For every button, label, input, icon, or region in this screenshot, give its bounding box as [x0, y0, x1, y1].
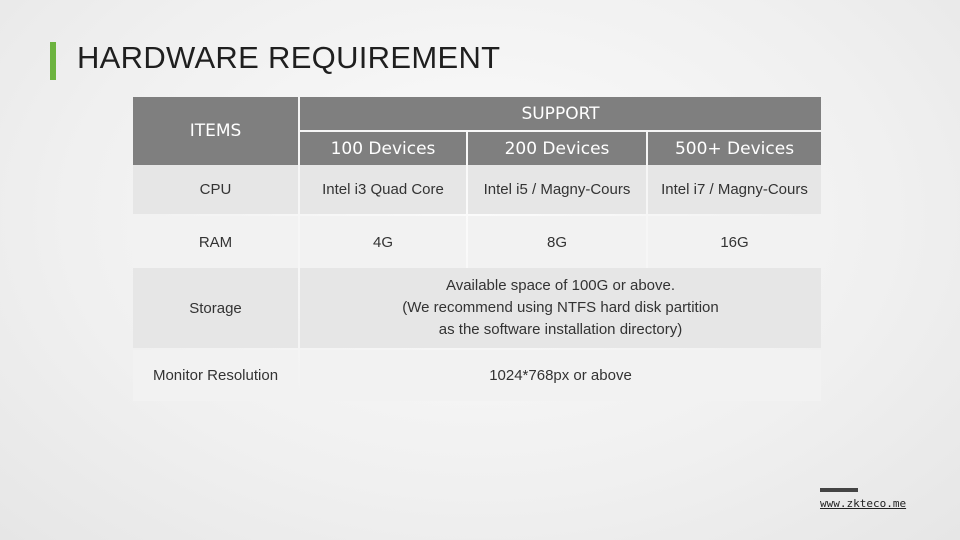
footer-bar	[820, 488, 858, 492]
table-cell: 1024*768px or above	[300, 350, 821, 401]
storage-line: Available space of 100G or above.	[445, 277, 676, 294]
support-header: SUPPORT	[300, 97, 821, 130]
page-title: HARDWARE REQUIREMENT	[77, 40, 501, 75]
row-label: RAM	[133, 216, 298, 268]
column-header-500: 500+ Devices	[648, 132, 821, 165]
storage-line: as the software installation directory)	[438, 321, 683, 338]
items-header: ITEMS	[133, 97, 298, 165]
table-cell: 4G	[300, 216, 466, 268]
row-label: Monitor Resolution	[133, 350, 298, 401]
table-cell: Intel i5 / Magny-Cours	[468, 165, 646, 214]
storage-line: (We recommend using NTFS hard disk parti…	[402, 299, 719, 316]
table-cell: 16G	[648, 216, 821, 268]
storage-cell: Available space of 100G or above. (We re…	[300, 268, 821, 348]
column-header-200: 200 Devices	[468, 132, 646, 165]
table-cell: Intel i3 Quad Core	[300, 165, 466, 214]
title-accent-bar	[50, 42, 56, 80]
table-cell: 8G	[468, 216, 646, 268]
column-header-100: 100 Devices	[300, 132, 466, 165]
footer-link[interactable]: www.zkteco.me	[820, 497, 906, 510]
table-cell: Intel i7 / Magny-Cours	[648, 165, 821, 214]
row-label: Storage	[133, 268, 298, 348]
row-label: CPU	[133, 165, 298, 214]
